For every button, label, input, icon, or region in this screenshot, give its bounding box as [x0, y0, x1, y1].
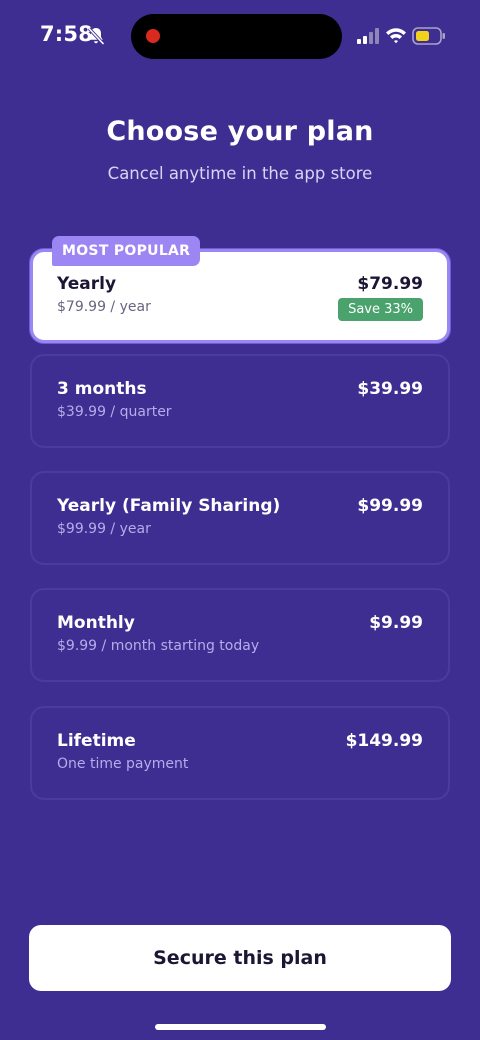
plan-detail: $39.99 / quarter — [57, 404, 172, 420]
plan-option-3-months[interactable]: 3 months $39.99 / quarter $39.99 — [30, 354, 450, 448]
recording-indicator-icon — [146, 29, 160, 43]
page-subtitle: Cancel anytime in the app store — [107, 164, 373, 183]
plan-option-yearly-family[interactable]: Yearly (Family Sharing) $99.99 / year $9… — [30, 471, 450, 565]
plan-price: $39.99 — [357, 379, 423, 399]
home-indicator[interactable] — [155, 1024, 326, 1030]
most-popular-badge: MOST POPULAR — [52, 236, 201, 266]
plan-price: $9.99 — [369, 613, 423, 633]
plan-detail: $79.99 / year — [57, 299, 151, 315]
plan-price: $79.99 — [357, 274, 423, 294]
save-badge: Save 33% — [338, 298, 423, 321]
paywall-screen: 7:58 Choose your plan Cancel anytime in … — [0, 0, 480, 1040]
plan-price: $149.99 — [345, 731, 423, 751]
plan-price: $99.99 — [357, 496, 423, 516]
dynamic-island — [131, 14, 342, 59]
secure-plan-button[interactable]: Secure this plan — [29, 925, 451, 991]
plan-name: Yearly (Family Sharing) — [57, 496, 281, 516]
plan-detail: $99.99 / year — [57, 521, 151, 537]
plan-name: Lifetime — [57, 731, 136, 751]
plan-detail: $9.99 / month starting today — [57, 638, 260, 654]
wifi-icon — [386, 28, 406, 44]
signal-icon — [357, 28, 379, 44]
plan-name: Yearly — [57, 274, 117, 294]
plan-name: 3 months — [57, 379, 147, 399]
battery-icon — [412, 27, 445, 45]
plan-name: Monthly — [57, 613, 135, 633]
plan-option-monthly[interactable]: Monthly $9.99 / month starting today $9.… — [30, 588, 450, 682]
plan-option-lifetime[interactable]: Lifetime One time payment $149.99 — [30, 706, 450, 800]
bell-slash-icon — [87, 27, 105, 46]
plan-detail: One time payment — [57, 756, 189, 772]
page-title: Choose your plan — [106, 116, 374, 147]
